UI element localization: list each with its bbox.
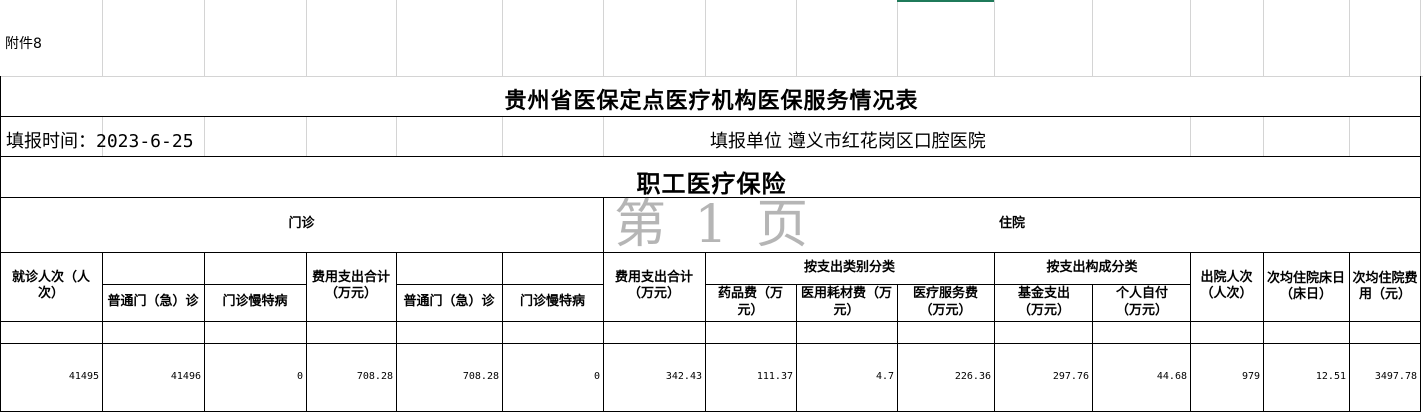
cell-service[interactable]: 226.36 <box>897 343 994 411</box>
header-general-er[interactable]: 普通门（急）诊 <box>106 284 200 321</box>
grid-line <box>994 0 995 76</box>
grid-line <box>897 0 898 76</box>
header-self-pay[interactable]: 个人自付（万元） <box>1105 284 1179 321</box>
header-avg-cost[interactable]: 次均住院费用（元） <box>1352 256 1418 318</box>
header-ip-expense-total[interactable]: 费用支出合计（万元） <box>607 262 701 310</box>
grid-line <box>396 116 397 156</box>
border <box>0 411 1421 412</box>
grid-line <box>0 76 1423 77</box>
border <box>0 116 1421 117</box>
fill-unit[interactable]: 填报单位 遵义市红花岗区口腔医院 <box>710 127 986 153</box>
border <box>0 156 1421 157</box>
group-outpatient[interactable]: 门诊 <box>0 197 603 252</box>
grid-line <box>1092 0 1093 76</box>
grid-line <box>1263 0 1264 76</box>
cell-general-er-expense[interactable]: 708.28 <box>396 343 502 411</box>
cell-consumables[interactable]: 4.7 <box>796 343 897 411</box>
header-discharges[interactable]: 出院人次（人次） <box>1193 262 1260 310</box>
grid-line <box>705 0 706 76</box>
header-drug[interactable]: 药品费（万元） <box>715 284 786 321</box>
group-by-structure[interactable]: 按支出构成分类 <box>994 252 1190 284</box>
grid-line <box>796 0 797 76</box>
group-inpatient[interactable]: 住院 <box>603 197 1421 252</box>
group-by-category[interactable]: 按支出类别分类 <box>705 252 994 284</box>
cell-chronic-expense[interactable]: 0 <box>502 343 603 411</box>
grid-line <box>502 116 503 156</box>
grid-line <box>603 0 604 76</box>
grid-line <box>1420 0 1421 76</box>
grid-line <box>1190 116 1191 156</box>
header-general-er-expense[interactable]: 普通门（急）诊 <box>400 284 498 321</box>
grid-line <box>204 116 205 156</box>
fill-time[interactable]: 填报时间：2023-6-25 <box>6 127 194 153</box>
spreadsheet-sheet[interactable]: 附件8 贵州省医保定点医疗机构医保服务情况表 填报时间：2023-6-25 填报… <box>0 0 1423 415</box>
cell-ip-expense-total[interactable]: 342.43 <box>603 343 705 411</box>
cell-chronic[interactable]: 0 <box>204 343 306 411</box>
grid-line <box>1190 0 1191 76</box>
border <box>0 321 1421 322</box>
cell-avg-cost[interactable]: 3497.78 <box>1349 343 1420 411</box>
cell-discharges[interactable]: 979 <box>1190 343 1263 411</box>
header-op-expense-total[interactable]: 费用支出合计（万元） <box>308 254 394 318</box>
header-chronic-expense[interactable]: 门诊慢特病 <box>502 284 603 321</box>
cell-avg-bed-days[interactable]: 12.51 <box>1263 343 1349 411</box>
cell-drug[interactable]: 111.37 <box>705 343 796 411</box>
selection-marker <box>897 0 994 2</box>
grid-line <box>396 0 397 76</box>
header-consumables[interactable]: 医用耗材费（万元） <box>800 284 893 321</box>
grid-line <box>502 0 503 76</box>
grid-line <box>102 0 103 76</box>
header-fund[interactable]: 基金支出（万元） <box>1010 284 1078 321</box>
header-service[interactable]: 医疗服务费（万元） <box>901 284 990 321</box>
cell-visits[interactable]: 41495 <box>0 343 102 411</box>
cell-general-er[interactable]: 41496 <box>102 343 204 411</box>
grid-line <box>306 0 307 76</box>
attachment-label[interactable]: 附件8 <box>5 33 42 53</box>
cell-self-pay[interactable]: 44.68 <box>1092 343 1190 411</box>
cell-op-expense-total[interactable]: 708.28 <box>306 343 396 411</box>
grid-line <box>1263 116 1264 156</box>
grid-line <box>603 116 604 156</box>
grid-line <box>204 0 205 76</box>
header-visits[interactable]: 就诊人次（人次） <box>4 262 98 310</box>
grid-line <box>1349 0 1350 76</box>
grid-line <box>1349 116 1350 156</box>
header-avg-bed-days[interactable]: 次均住院床日（床日） <box>1266 256 1346 318</box>
report-title[interactable]: 贵州省医保定点医疗机构医保服务情况表 <box>0 83 1423 115</box>
grid-line <box>306 116 307 156</box>
header-chronic[interactable]: 门诊慢特病 <box>204 284 306 321</box>
cell-fund[interactable]: 297.76 <box>994 343 1092 411</box>
